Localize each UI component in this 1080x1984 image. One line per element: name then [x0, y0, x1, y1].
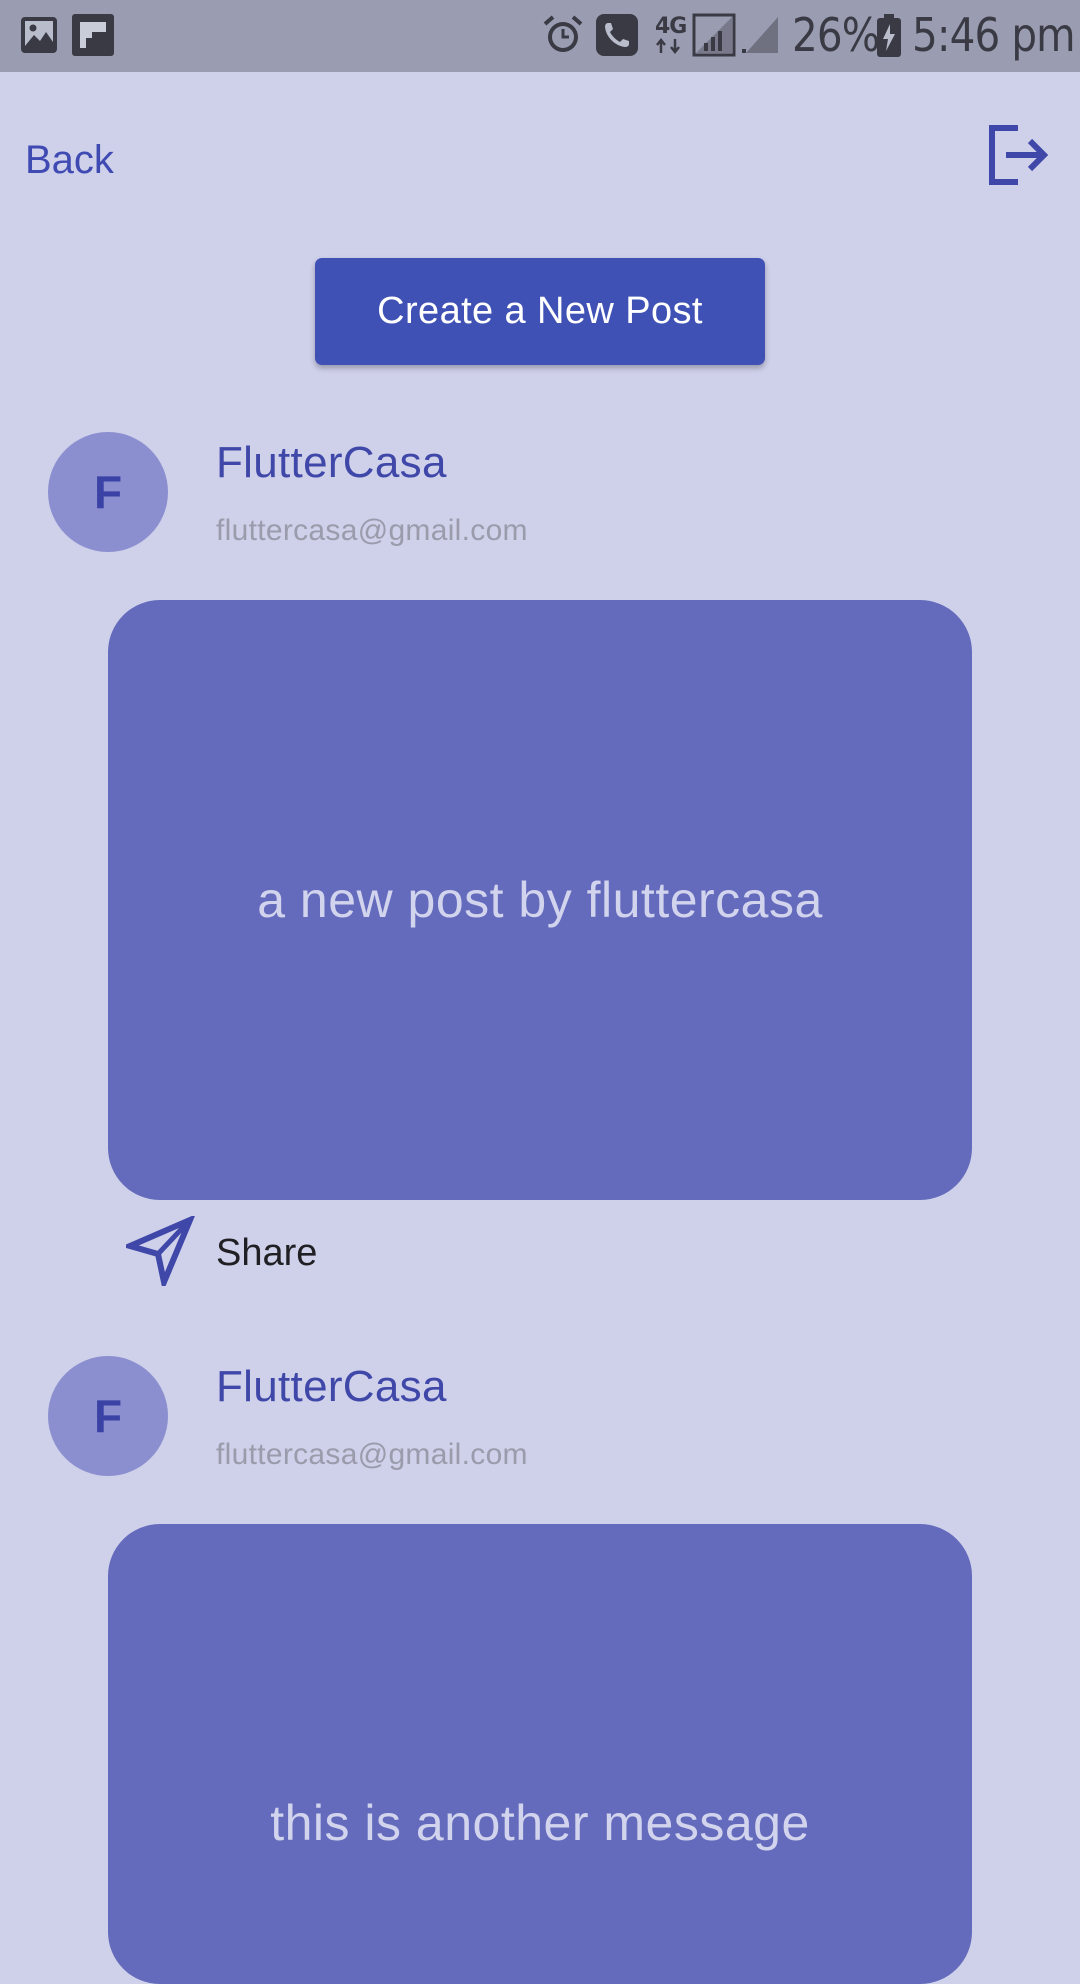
avatar: F	[48, 1356, 168, 1476]
post-card: a new post by fluttercasa	[108, 600, 972, 1200]
post-card: this is another message	[108, 1524, 972, 1984]
post-message: a new post by fluttercasa	[257, 872, 823, 928]
post-author-email: fluttercasa@gmail.com	[216, 514, 528, 547]
status-bar: 4G 26% 5:46 pm	[0, 0, 1080, 72]
create-post-button[interactable]: Create a New Post	[315, 258, 765, 365]
back-button[interactable]: Back	[25, 138, 114, 183]
post-author-name: FlutterCasa	[216, 1362, 447, 1411]
signal-secondary-icon	[742, 17, 778, 53]
send-icon[interactable]	[126, 1216, 196, 1286]
post-message: this is another message	[270, 1795, 810, 1851]
call-icon	[596, 14, 638, 56]
network-arrows-icon	[656, 38, 680, 54]
clock: 5:46 pm	[912, 8, 1076, 62]
battery-icon	[877, 14, 901, 57]
network-4g-icon: 4G	[655, 14, 687, 39]
gallery-icon	[21, 17, 57, 53]
signal-icon	[692, 13, 736, 57]
alarm-icon	[543, 15, 583, 52]
battery-percent: 26%	[792, 8, 880, 62]
post-author-email: fluttercasa@gmail.com	[216, 1438, 528, 1471]
logout-icon[interactable]	[988, 124, 1052, 188]
flipboard-icon	[72, 14, 114, 56]
post-author-name: FlutterCasa	[216, 438, 447, 487]
share-button[interactable]: Share	[216, 1232, 317, 1275]
avatar: F	[48, 432, 168, 552]
